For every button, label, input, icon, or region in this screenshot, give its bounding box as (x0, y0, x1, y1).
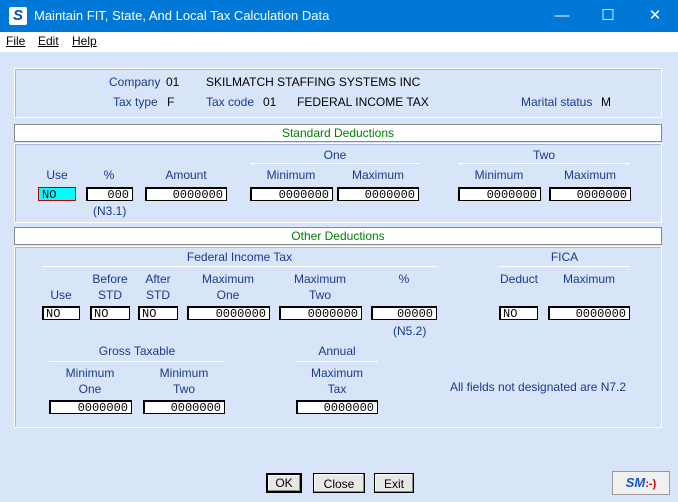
marital-status-label: Marital status (521, 95, 593, 109)
std-pct-label: % (103, 168, 115, 182)
exit-button[interactable]: Exit (374, 473, 414, 493)
od-pct-label: % (398, 272, 410, 286)
od-after-std-label: STD (146, 288, 170, 302)
od-pct-field[interactable]: 00000 (371, 306, 437, 321)
std-two-max-field[interactable]: 0000000 (549, 187, 631, 202)
close-button[interactable]: Close (313, 473, 365, 493)
std-use-label: Use (46, 168, 68, 182)
company-label: Company (109, 75, 161, 89)
fit-label: Federal Income Tax (186, 250, 293, 264)
od-use-field[interactable]: NO (42, 306, 80, 321)
annual-tax-label: Tax (327, 382, 347, 396)
od-before-std-label: STD (98, 288, 122, 302)
standard-deductions-header: Standard Deductions (14, 124, 662, 142)
std-one-min-label: Minimum (266, 168, 316, 182)
sm-logo-button[interactable]: SM:-) (612, 471, 670, 495)
gross-min-two-label: Minimum (159, 366, 209, 380)
smiley-icon: :-) (645, 478, 657, 490)
std-pct-field[interactable]: 000 (86, 187, 133, 202)
od-max-two-field[interactable]: 0000000 (279, 306, 362, 321)
od-after-field[interactable]: NO (138, 306, 178, 321)
company-code: 01 (166, 75, 180, 89)
fica-deduct-label: Deduct (499, 272, 539, 286)
format-note: All fields not designated are N7.2 (450, 380, 627, 394)
od-after-label: After (145, 272, 171, 286)
fica-deduct-field[interactable]: NO (499, 306, 538, 321)
std-two-label: Two (532, 148, 555, 162)
other-deductions-header: Other Deductions (14, 227, 662, 245)
fica-label: FICA (550, 250, 579, 264)
annual-max-label: Maximum (310, 366, 363, 380)
tax-code-value: 01 (263, 95, 277, 109)
od-max-two-label: Maximum (293, 272, 346, 286)
menu-edit[interactable]: Edit (38, 34, 59, 48)
od-max-one-label: Maximum (201, 272, 254, 286)
marital-status-value: M (601, 95, 611, 109)
annual-divider (296, 361, 378, 362)
od-use-label: Use (50, 288, 72, 302)
menu-help[interactable]: Help (72, 34, 97, 48)
gross-min-one-label: Minimum (65, 366, 115, 380)
std-one-min-field[interactable]: 0000000 (250, 187, 333, 202)
tax-type-value: F (167, 95, 175, 109)
std-one-max-field[interactable]: 0000000 (337, 187, 419, 202)
maximize-button[interactable]: ☐ (585, 0, 631, 32)
menu-help-label: Help (72, 34, 97, 48)
std-two-divider (458, 163, 630, 164)
gross-taxable-divider (49, 361, 225, 362)
od-before-field[interactable]: NO (90, 306, 130, 321)
od-max-one-field[interactable]: 0000000 (187, 306, 270, 321)
od-max-one-sub: One (216, 288, 240, 302)
menu-file-label: File (6, 34, 26, 48)
od-max-two-sub: Two (308, 288, 331, 302)
annual-max-tax-field[interactable]: 0000000 (296, 400, 378, 415)
std-two-max-label: Maximum (563, 168, 616, 182)
std-one-divider (250, 163, 420, 164)
window-title: Maintain FIT, State, And Local Tax Calcu… (34, 8, 330, 23)
std-amount-field[interactable]: 0000000 (145, 187, 227, 202)
menu-bar: File Edit Help (0, 32, 678, 52)
ok-button[interactable]: OK (266, 473, 302, 493)
fica-max-field[interactable]: 0000000 (548, 306, 630, 321)
std-two-min-label: Minimum (474, 168, 524, 182)
title-bar: S Maintain FIT, State, And Local Tax Cal… (0, 0, 678, 32)
menu-edit-label: Edit (38, 34, 59, 48)
sm-logo-text: SM (625, 475, 646, 490)
gross-min-one-field[interactable]: 0000000 (49, 400, 132, 415)
std-use-field[interactable]: NO (38, 187, 76, 202)
tax-code-name: FEDERAL INCOME TAX (297, 95, 429, 109)
std-one-label: One (323, 148, 347, 162)
tax-code-label: Tax code (206, 95, 255, 109)
std-pct-format: (N3.1) (93, 204, 127, 218)
close-window-button[interactable]: ✕ (632, 0, 678, 32)
menu-file[interactable]: File (6, 34, 25, 48)
gross-min-two-field[interactable]: 0000000 (143, 400, 225, 415)
fit-divider (42, 266, 437, 267)
std-one-max-label: Maximum (351, 168, 404, 182)
fica-max-label: Maximum (562, 272, 615, 286)
gross-min-one-sub: One (78, 382, 102, 396)
company-name: SKILMATCH STAFFING SYSTEMS INC (206, 75, 421, 89)
od-before-label: Before (92, 272, 128, 286)
minimize-button[interactable]: — (539, 0, 585, 32)
app-icon[interactable]: S (9, 7, 27, 25)
tax-type-label: Tax type (113, 95, 158, 109)
od-pct-format: (N5.2) (393, 324, 427, 338)
gross-min-two-sub: Two (172, 382, 195, 396)
gross-taxable-label: Gross Taxable (98, 344, 176, 358)
std-amount-label: Amount (165, 168, 207, 182)
std-two-min-field[interactable]: 0000000 (458, 187, 541, 202)
annual-label: Annual (318, 344, 356, 358)
fica-divider (499, 266, 630, 267)
